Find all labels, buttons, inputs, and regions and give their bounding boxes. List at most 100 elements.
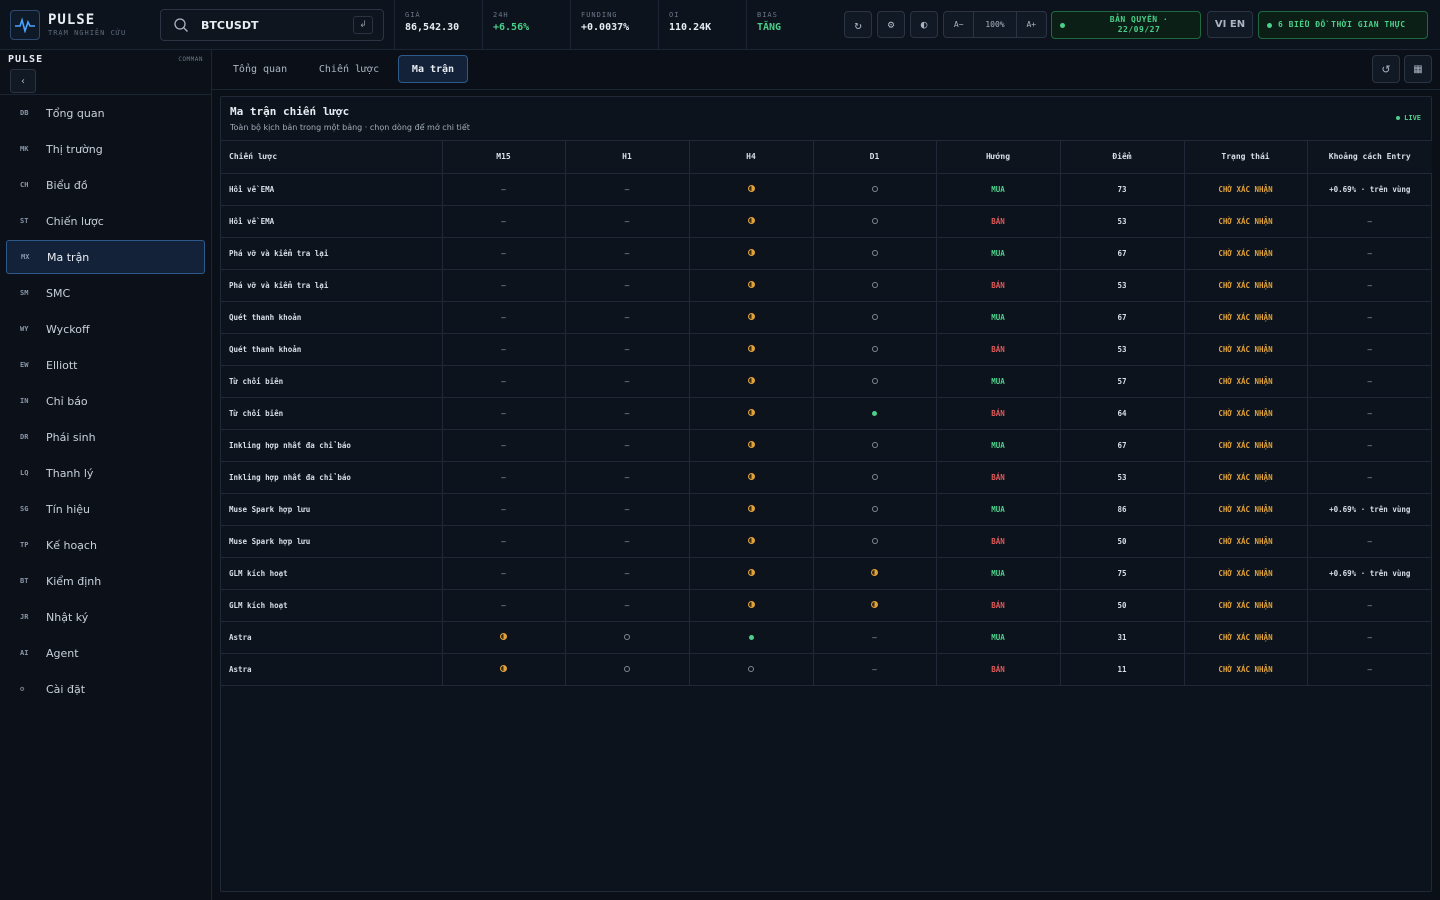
- sidebar-item[interactable]: TP Kế hoạch: [6, 528, 205, 562]
- signal-partial-icon: [747, 440, 755, 448]
- column-header[interactable]: Chiến lược: [221, 141, 443, 174]
- realtime-badge[interactable]: 6 BIỂU ĐỒ THỜI GIAN THỰC: [1258, 11, 1428, 39]
- signal-empty-icon: [871, 537, 878, 544]
- settings-icon[interactable]: ⚙: [877, 11, 905, 38]
- sidebar-item[interactable]: WY Wyckoff: [6, 312, 205, 346]
- signal-none: —: [565, 589, 690, 622]
- signal-confirmed-icon: [872, 410, 877, 416]
- signal-none: —: [565, 461, 690, 494]
- column-header[interactable]: D1: [813, 141, 937, 174]
- sidebar-item-label: Nhật ký: [46, 610, 89, 624]
- table-row[interactable]: Astra — MUA 31 CHỜ XÁC NHẬN —: [221, 621, 1432, 654]
- signal-partial-icon: [747, 280, 755, 288]
- symbol-search[interactable]: ↲: [160, 9, 384, 41]
- signal-partial-icon: [871, 600, 878, 608]
- table-row[interactable]: Muse Spark hợp lưu — — BÁN 50 CHỜ XÁC NHẬN —: [221, 525, 1432, 558]
- grid-view-icon[interactable]: ▦: [1404, 55, 1432, 83]
- enter-icon[interactable]: ↲: [353, 16, 373, 34]
- status: CHỜ XÁC NHẬN: [1184, 493, 1308, 526]
- contrast-icon[interactable]: ◐: [910, 11, 938, 38]
- column-header[interactable]: Điểm: [1060, 141, 1185, 174]
- signal-h4: [689, 205, 814, 238]
- sidebar-item[interactable]: DR Phái sinh: [6, 420, 205, 454]
- table-row[interactable]: Hồi về EMA — — MUA 73 CHỜ XÁC NHẬN +0.69% · tr…: [221, 173, 1432, 206]
- reset-icon[interactable]: ↺: [1372, 55, 1400, 83]
- sidebar-item[interactable]: MX Ma trận: [6, 240, 205, 274]
- signal-h4: [689, 365, 814, 398]
- signal-none: —: [813, 653, 937, 686]
- status: CHỜ XÁC NHẬN: [1184, 205, 1308, 238]
- direction: BÁN: [936, 653, 1061, 686]
- table-row[interactable]: Từ chối biên — — MUA 57 CHỜ XÁC NHẬN —: [221, 365, 1432, 398]
- symbol-search-input[interactable]: [201, 18, 341, 32]
- table-row[interactable]: Muse Spark hợp lưu — — MUA 86 CHỜ XÁC NHẬN +0.…: [221, 493, 1432, 526]
- signal-partial-icon: [747, 344, 755, 352]
- column-header[interactable]: Khoảng cách Entry: [1307, 141, 1432, 174]
- column-header[interactable]: H4: [689, 141, 814, 174]
- signal-h4: [689, 557, 814, 590]
- language-switch[interactable]: VI EN: [1207, 11, 1253, 38]
- direction: BÁN: [936, 525, 1061, 558]
- sidebar-item[interactable]: IN Chỉ báo: [6, 384, 205, 418]
- table-row[interactable]: Hồi về EMA — — BÁN 53 CHỜ XÁC NHẬN —: [221, 205, 1432, 238]
- column-header[interactable]: Hướng: [936, 141, 1061, 174]
- table-row[interactable]: Từ chối biên — — BÁN 64 CHỜ XÁC NHẬN —: [221, 397, 1432, 430]
- sidebar-item[interactable]: SM SMC: [6, 276, 205, 310]
- status: CHỜ XÁC NHẬN: [1184, 525, 1308, 558]
- signal-m15: [442, 621, 566, 654]
- stat-label: FUNDING: [581, 11, 618, 19]
- sidebar-item[interactable]: MK Thị trường: [6, 132, 205, 166]
- sidebar-item[interactable]: EW Elliott: [6, 348, 205, 382]
- license-badge[interactable]: BẢN QUYỀN · 22/09/27: [1051, 11, 1201, 39]
- collapse-sidebar-icon[interactable]: ‹: [10, 69, 36, 93]
- refresh-icon[interactable]: ↻: [844, 11, 872, 38]
- sidebar-item[interactable]: DB Tổng quan: [6, 96, 205, 130]
- sidebar-item-code: ST: [20, 217, 29, 225]
- sidebar-item[interactable]: CH Biểu đồ: [6, 168, 205, 202]
- sidebar-item[interactable]: AI Agent: [6, 636, 205, 670]
- zoom-in-button[interactable]: A+: [1017, 12, 1046, 37]
- sidebar-item-label: Thanh lý: [46, 466, 94, 480]
- table-row[interactable]: Quét thanh khoản — — MUA 67 CHỜ XÁC NHẬN —: [221, 301, 1432, 334]
- table-row[interactable]: Astra — BÁN 11 CHỜ XÁC NHẬN —: [221, 653, 1432, 686]
- sidebar-item[interactable]: ⚙ Cài đặt: [6, 672, 205, 706]
- entry-distance: —: [1307, 269, 1432, 302]
- column-header[interactable]: H1: [565, 141, 690, 174]
- tab-bar: Tổng quan Chiến lược Ma trận ↺ ▦: [212, 50, 1440, 90]
- tab-strategy[interactable]: Chiến lược: [308, 55, 390, 83]
- table-row[interactable]: Quét thanh khoản — — BÁN 53 CHỜ XÁC NHẬN —: [221, 333, 1432, 366]
- score: 67: [1060, 301, 1185, 334]
- table-row[interactable]: GLM kích hoạt — — BÁN 50 CHỜ XÁC NHẬN —: [221, 589, 1432, 622]
- sidebar-item[interactable]: JR Nhật ký: [6, 600, 205, 634]
- sidebar: PULSE COMMAN ‹ DB Tổng quan MK Thị trường CH…: [0, 50, 212, 900]
- status-dot-icon: [1060, 22, 1065, 28]
- sidebar-item-code: BT: [20, 577, 29, 585]
- table-row[interactable]: GLM kích hoạt — — MUA 75 CHỜ XÁC NHẬN +0.69% ·…: [221, 557, 1432, 590]
- signal-partial-icon: [747, 504, 755, 512]
- table-row[interactable]: Phá vỡ và kiểm tra lại — — BÁN 53 CHỜ XÁC NHẬ…: [221, 269, 1432, 302]
- brand[interactable]: PULSE TRẠM NGHIÊN CỨU: [0, 0, 160, 50]
- column-header[interactable]: Trạng thái: [1184, 141, 1308, 174]
- sidebar-item[interactable]: BT Kiểm định: [6, 564, 205, 598]
- sidebar-item[interactable]: SG Tín hiệu: [6, 492, 205, 526]
- signal-partial-icon: [747, 312, 755, 320]
- sidebar-item-code: LQ: [20, 469, 29, 477]
- strategy-name: Từ chối biên: [221, 365, 443, 398]
- score: 67: [1060, 429, 1185, 462]
- table-row[interactable]: Inkling hợp nhất đa chỉ báo — — MUA 67 CHỜ XÁ…: [221, 429, 1432, 462]
- table-row[interactable]: Inkling hợp nhất đa chỉ báo — — BÁN 53 CHỜ XÁ…: [221, 461, 1432, 494]
- signal-d1: [813, 461, 937, 494]
- strategy-name: Hồi về EMA: [221, 173, 443, 206]
- signal-none: —: [442, 237, 566, 270]
- signal-empty-icon: [871, 281, 878, 288]
- sidebar-item[interactable]: LQ Thanh lý: [6, 456, 205, 490]
- entry-distance: —: [1307, 653, 1432, 686]
- tab-matrix[interactable]: Ma trận: [398, 55, 468, 83]
- table-row[interactable]: Phá vỡ và kiểm tra lại — — MUA 67 CHỜ XÁC NHẬ…: [221, 237, 1432, 270]
- sidebar-item[interactable]: ST Chiến lược: [6, 204, 205, 238]
- score: 31: [1060, 621, 1185, 654]
- strategy-name: Inkling hợp nhất đa chỉ báo: [221, 429, 443, 462]
- zoom-out-button[interactable]: A−: [944, 12, 975, 37]
- column-header[interactable]: M15: [442, 141, 566, 174]
- tab-overview[interactable]: Tổng quan: [222, 55, 298, 83]
